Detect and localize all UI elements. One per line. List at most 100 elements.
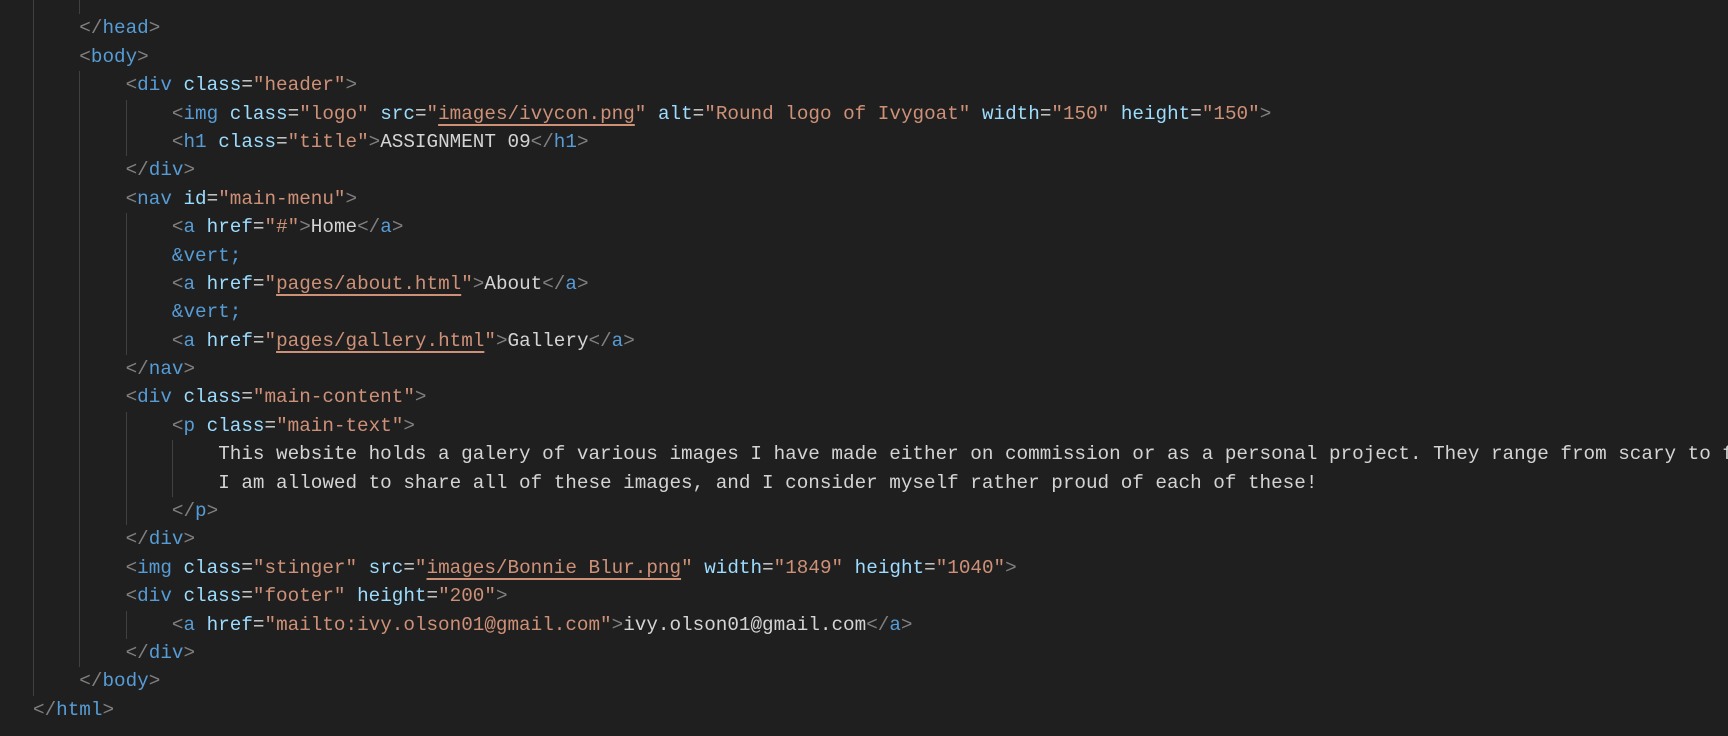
indent-guide xyxy=(125,440,127,469)
code-line[interactable]: </body> xyxy=(0,667,1728,696)
indent-guide xyxy=(79,582,81,611)
code-text: </div> xyxy=(126,525,195,553)
attribute-name: class xyxy=(229,102,288,125)
text-content xyxy=(369,103,381,125)
indent-guide xyxy=(33,298,34,327)
punctuation: < xyxy=(171,216,184,239)
attribute-name: href xyxy=(206,272,253,295)
code-line[interactable]: <img class="stinger" src="images/Bonnie … xyxy=(0,553,1728,583)
indent-guide xyxy=(33,440,34,469)
code-line[interactable]: <p class="main-text"> xyxy=(0,411,1728,441)
attribute-value: "main-text" xyxy=(276,414,404,437)
indent-guide xyxy=(33,42,34,72)
code-text: <nav id="main-menu"> xyxy=(126,185,357,213)
code-editor[interactable]: </head> <body> <div class="header"> <img cl… xyxy=(0,0,1728,724)
punctuation: > xyxy=(183,641,196,664)
code-line[interactable]: <nav id="main-menu"> xyxy=(0,184,1728,214)
attribute-name: height xyxy=(1120,102,1191,125)
code-text: </head> xyxy=(79,14,160,42)
code-line[interactable]: <a href="pages/about.html">About</a> xyxy=(0,269,1728,299)
code-line[interactable]: <a href="pages/gallery.html">Gallery</a> xyxy=(0,326,1728,356)
text-content: = xyxy=(692,102,705,125)
indent-guide xyxy=(33,156,34,185)
punctuation: </ xyxy=(125,358,149,381)
indent-guide xyxy=(33,525,34,554)
text-content: = xyxy=(403,556,415,579)
indent-guide xyxy=(33,610,34,639)
code-line[interactable]: <body> xyxy=(0,42,1728,72)
indent-guide xyxy=(33,269,34,299)
code-line[interactable]: <a href="mailto:ivy.olson01@gmail.com">i… xyxy=(0,610,1728,639)
indent-guide xyxy=(79,553,81,583)
tag-name: html xyxy=(56,698,103,721)
indent-guide xyxy=(33,638,34,668)
tag-name: nav xyxy=(148,358,184,381)
indent-guide xyxy=(125,468,127,498)
attribute-value: " xyxy=(461,272,473,295)
code-line[interactable]: This website holds a galery of various i… xyxy=(0,440,1728,469)
code-line[interactable]: </p> xyxy=(0,497,1728,526)
code-line[interactable]: I am allowed to share all of these image… xyxy=(0,468,1728,498)
code-text: I am allowed to share all of these image… xyxy=(218,469,1317,497)
punctuation: < xyxy=(171,272,184,295)
attribute-name: id xyxy=(183,187,207,210)
code-text: </div> xyxy=(126,639,195,667)
attribute-value: "logo" xyxy=(299,102,369,125)
punctuation: < xyxy=(125,386,138,409)
punctuation: > xyxy=(345,187,358,210)
code-line[interactable]: </head> xyxy=(0,14,1728,43)
code-line[interactable]: <div class="header"> xyxy=(0,71,1728,100)
code-text: <a href="pages/about.html">About</a> xyxy=(172,270,589,298)
code-line[interactable]: <img class="logo" src="images/ivycon.png… xyxy=(0,99,1728,128)
indent-guide xyxy=(125,610,127,639)
punctuation: > xyxy=(900,613,913,636)
indent-guide xyxy=(125,241,127,270)
attribute-name: src xyxy=(380,102,415,125)
code-line[interactable]: </nav> xyxy=(0,355,1728,384)
code-line[interactable]: </div> xyxy=(0,156,1728,185)
indent-guide xyxy=(125,127,127,157)
punctuation: </ xyxy=(33,698,57,721)
code-line[interactable]: </div> xyxy=(0,525,1728,554)
punctuation: < xyxy=(171,414,184,437)
link-path[interactable]: pages/gallery.html xyxy=(276,330,484,352)
indent-guide xyxy=(33,326,34,356)
html-entity: &vert; xyxy=(171,301,242,324)
attribute-value: " xyxy=(484,329,496,352)
link-path[interactable]: pages/about.html xyxy=(276,273,461,295)
code-line[interactable]: &vert; xyxy=(0,241,1728,270)
punctuation: </ xyxy=(588,329,612,352)
tag-name: a xyxy=(611,329,624,352)
attribute-value: "main-content" xyxy=(252,386,415,409)
text-content xyxy=(218,103,230,125)
code-line[interactable]: </div> xyxy=(0,638,1728,668)
code-line[interactable]: <div class="footer" height="200"> xyxy=(0,582,1728,611)
indent-guide xyxy=(171,468,173,498)
code-line[interactable]: </html> xyxy=(0,696,1728,724)
indent-guide xyxy=(79,440,81,469)
text-content xyxy=(172,188,184,210)
tag-name: a xyxy=(380,216,392,239)
text-content: About xyxy=(484,272,543,295)
link-path[interactable]: images/ivycon.png xyxy=(438,103,635,125)
text-content xyxy=(172,585,184,607)
attribute-value: "#" xyxy=(264,216,300,239)
code-line[interactable]: <div class="main-content"> xyxy=(0,383,1728,412)
text-content xyxy=(693,557,705,579)
code-line[interactable]: &vert; xyxy=(0,298,1728,327)
code-line[interactable] xyxy=(0,0,1728,15)
tag-name: div xyxy=(137,585,172,608)
indent-guide xyxy=(125,326,127,356)
code-text: &vert; xyxy=(172,242,241,270)
attribute-name: src xyxy=(368,556,404,579)
punctuation: < xyxy=(125,556,138,579)
code-line[interactable]: <a href="#">Home</a> xyxy=(0,213,1728,242)
indent-guide xyxy=(171,440,173,469)
punctuation: > xyxy=(576,272,589,295)
code-text: </nav> xyxy=(126,355,195,383)
code-line[interactable]: <h1 class="title">ASSIGNMENT 09</h1> xyxy=(0,127,1728,157)
text-content xyxy=(970,103,982,125)
punctuation: </ xyxy=(357,216,381,239)
link-path[interactable]: images/Bonnie Blur.png xyxy=(427,557,682,579)
text-content: = xyxy=(241,556,253,579)
